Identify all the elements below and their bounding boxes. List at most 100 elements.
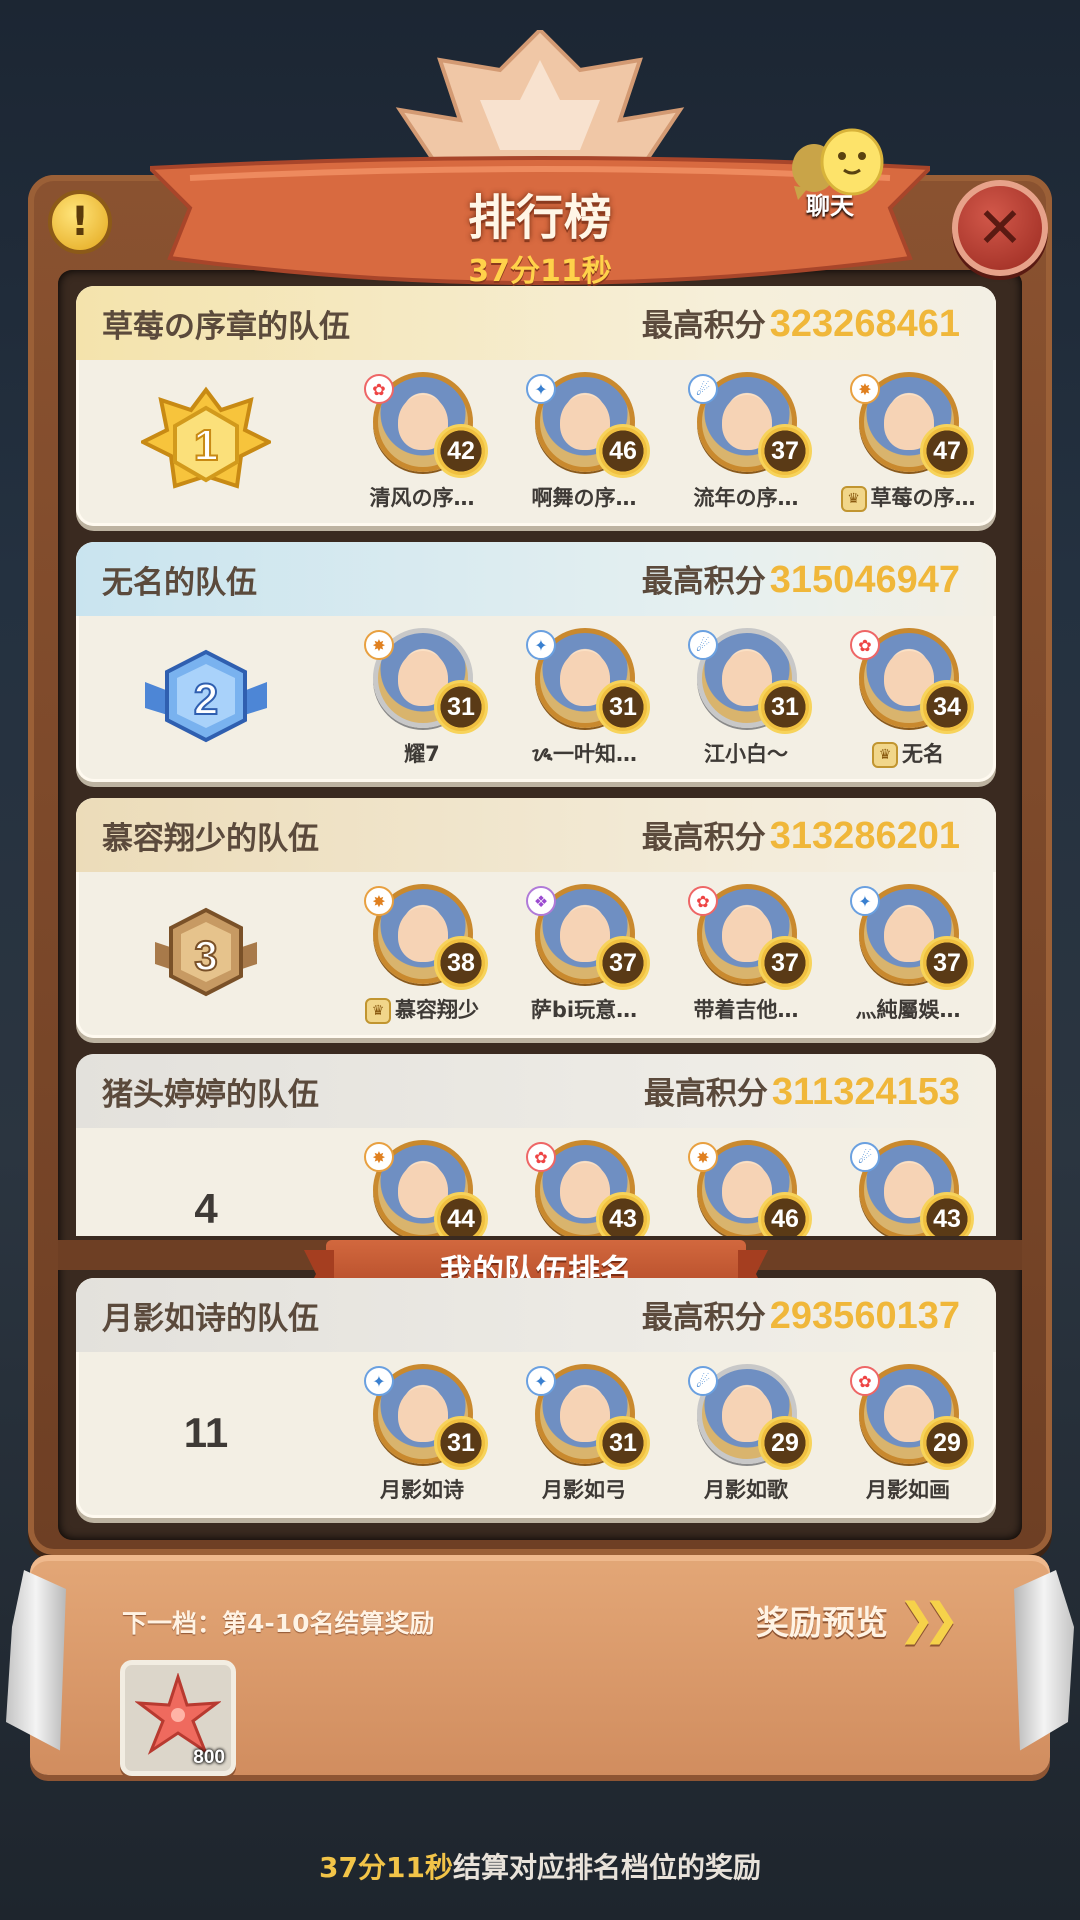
team-name: 无名的队伍	[102, 564, 257, 601]
member-name: 月影如歌	[704, 1478, 788, 1502]
rank-number: 2	[194, 675, 218, 724]
settlement-note: 37分11秒结算对应排名档位的奖励	[0, 1846, 1080, 1886]
element-icon: ✿	[688, 886, 718, 916]
team-name: 月影如诗的队伍	[102, 1300, 319, 1337]
member-name: 月影如画	[866, 1478, 950, 1502]
member-slot[interactable]: ☄ 31 江小白～	[660, 628, 822, 778]
team-card-rank-3[interactable]: 慕容翔少的队伍 最高积分 313286201 3 ✸ 38 ♛ 慕容翔少 ❖ 37 萨bi玩…	[76, 798, 996, 1038]
captain-icon: ♛	[872, 742, 898, 768]
member-level: 43	[920, 1192, 974, 1236]
element-icon: ☄	[688, 630, 718, 660]
team-members: ✸ 38 ♛ 慕容翔少 ❖ 37 萨bi玩意… ✿ 37 带着吉他… ✦ 37 灬純屬娛…	[336, 884, 986, 1034]
team-members: ✸ 31 耀7 ✦ 31 ᝰ一叶知… ☄ 31 江小白～ ✿ 34 ♛ 无名	[336, 628, 986, 778]
element-icon: ❖	[526, 886, 556, 916]
member-level: 37	[596, 936, 650, 990]
member-slot[interactable]: ☄ 37 流年の序…	[660, 372, 822, 522]
team-name: 草莓の序章的队伍	[102, 308, 350, 345]
team-card-header: 无名的队伍 最高积分 315046947	[76, 542, 996, 616]
info-button[interactable]: !	[48, 190, 112, 254]
member-slot[interactable]: ☄ 43	[822, 1140, 984, 1236]
captain-icon: ♛	[840, 486, 867, 512]
team-card-rank-2[interactable]: 无名的队伍 最高积分 315046947 2 ✸ 31 耀7 ✦ 31 ᝰ一叶知… ☄ 31…	[76, 542, 996, 782]
member-slot[interactable]: ❖ 37 萨bi玩意…	[498, 884, 660, 1034]
score-label: 最高积分	[641, 1300, 766, 1336]
my-team-card[interactable]: 月影如诗的队伍 最高积分 293560137 11 ✦ 31 月影如诗 ✦ 31 月影如弓…	[76, 1278, 996, 1518]
member-slot[interactable]: ✿ 37 带着吉他…	[660, 884, 822, 1034]
member-level: 34	[920, 680, 974, 734]
reward-item-count: 800	[193, 1747, 225, 1768]
score-label: 最高积分	[641, 308, 766, 344]
reward-preview-label: 奖励预览	[756, 1602, 888, 1642]
member-name: 江小白～	[704, 742, 788, 766]
member-slot[interactable]: ✸ 47 ♛ 草莓の序…	[822, 372, 984, 522]
next-tier-label: 下一档：第4-10名结算奖励	[122, 1609, 435, 1638]
element-icon: ✦	[526, 374, 556, 404]
rank-number: 1	[194, 421, 218, 470]
member-slot[interactable]: ✿ 34 ♛ 无名	[822, 628, 984, 778]
team-name: 慕容翔少的队伍	[102, 820, 319, 857]
member-name: 耀7	[404, 742, 440, 766]
element-icon: ☄	[850, 1142, 880, 1172]
member-name: 月影如弓	[542, 1478, 626, 1502]
close-button[interactable]: ✕	[952, 180, 1048, 276]
rank-number: 3	[194, 932, 217, 979]
scroll-rod-right	[1014, 1570, 1074, 1751]
member-slot[interactable]: ✸ 31 耀7	[336, 628, 498, 778]
member-slot[interactable]: ✦ 31 月影如诗	[336, 1364, 498, 1514]
rank-badge: 11	[131, 1368, 281, 1498]
team-card-rank-4[interactable]: 猪头婷婷的队伍 最高积分 311324153 4 ✸ 44 ✿ 43 ✸ 46 ☄ 43	[76, 1054, 996, 1236]
member-slot[interactable]: ✦ 31 月影如弓	[498, 1364, 660, 1514]
member-name: ᝰ一叶知…	[530, 742, 638, 766]
member-slot[interactable]: ✿ 43	[498, 1140, 660, 1236]
team-card-rank-1[interactable]: 草莓の序章的队伍 最高积分 323268461 1 ✿ 42 清风の序… ✦ 46 啊舞の…	[76, 286, 996, 526]
settlement-text: 结算对应排名档位的奖励	[452, 1851, 761, 1884]
member-name: 无名	[902, 742, 944, 766]
team-members: ✦ 31 月影如诗 ✦ 31 月影如弓 ☄ 29 月影如歌 ✿ 29 月影如画	[336, 1364, 986, 1514]
member-slot[interactable]: ✿ 29 月影如画	[822, 1364, 984, 1514]
page-title: 排行榜	[467, 190, 612, 246]
silver-medal-icon: 2	[145, 649, 267, 743]
member-slot[interactable]: ✸ 38 ♛ 慕容翔少	[336, 884, 498, 1034]
member-level: 31	[758, 680, 812, 734]
gold-medal-icon: 1	[141, 386, 271, 489]
settlement-time: 37分11秒	[319, 1851, 453, 1884]
member-name-row: ♛ 慕容翔少	[336, 994, 508, 1024]
element-icon: ✸	[688, 1142, 718, 1172]
rank-badge: 4	[131, 1144, 281, 1236]
rank-badge: 2	[131, 632, 281, 762]
team-card-header: 猪头婷婷的队伍 最高积分 311324153	[76, 1054, 996, 1128]
member-slot[interactable]: ✸ 44	[336, 1140, 498, 1236]
member-name-row: ♛ 无名	[822, 738, 994, 768]
member-slot[interactable]: ☄ 29 月影如歌	[660, 1364, 822, 1514]
member-slot[interactable]: ✸ 46	[660, 1140, 822, 1236]
element-icon: ✸	[850, 374, 880, 404]
member-level: 31	[434, 1416, 488, 1470]
member-slot[interactable]: ✦ 31 ᝰ一叶知…	[498, 628, 660, 778]
score-label: 最高积分	[641, 564, 766, 600]
member-level: 47	[920, 424, 974, 478]
member-name: 清风の序…	[369, 486, 475, 510]
member-slot[interactable]: ✦ 46 啊舞の序…	[498, 372, 660, 522]
bronze-medal-icon: 3	[155, 907, 257, 997]
exclamation-icon: !	[70, 199, 90, 245]
member-level: 31	[434, 680, 488, 734]
rank-number: 4	[194, 1185, 218, 1232]
element-icon: ☄	[688, 1366, 718, 1396]
reward-preview-button[interactable]: 奖励预览 ❯❯	[756, 1594, 960, 1645]
member-name: 慕容翔少	[395, 998, 479, 1022]
member-level: 46	[596, 424, 650, 478]
team-score: 311324153	[771, 1071, 960, 1113]
member-level: 37	[758, 936, 812, 990]
member-slot[interactable]: ✦ 37 灬純屬娛…	[822, 884, 984, 1034]
member-level: 42	[434, 424, 488, 478]
reward-item-slot[interactable]: 800	[120, 1660, 236, 1776]
team-members: ✿ 42 清风の序… ✦ 46 啊舞の序… ☄ 37 流年の序… ✸ 47 ♛ 草莓の序…	[336, 372, 986, 522]
team-card-header: 月影如诗的队伍 最高积分 293560137	[76, 1278, 996, 1352]
chat-label[interactable]: 聊天	[790, 186, 870, 221]
rank-badge: 1	[131, 376, 281, 506]
member-slot[interactable]: ✿ 42 清风の序…	[336, 372, 498, 522]
member-level: 29	[920, 1416, 974, 1470]
member-name: 带着吉他…	[693, 998, 799, 1022]
team-name: 猪头婷婷的队伍	[102, 1076, 319, 1113]
team-score: 313286201	[769, 815, 960, 857]
